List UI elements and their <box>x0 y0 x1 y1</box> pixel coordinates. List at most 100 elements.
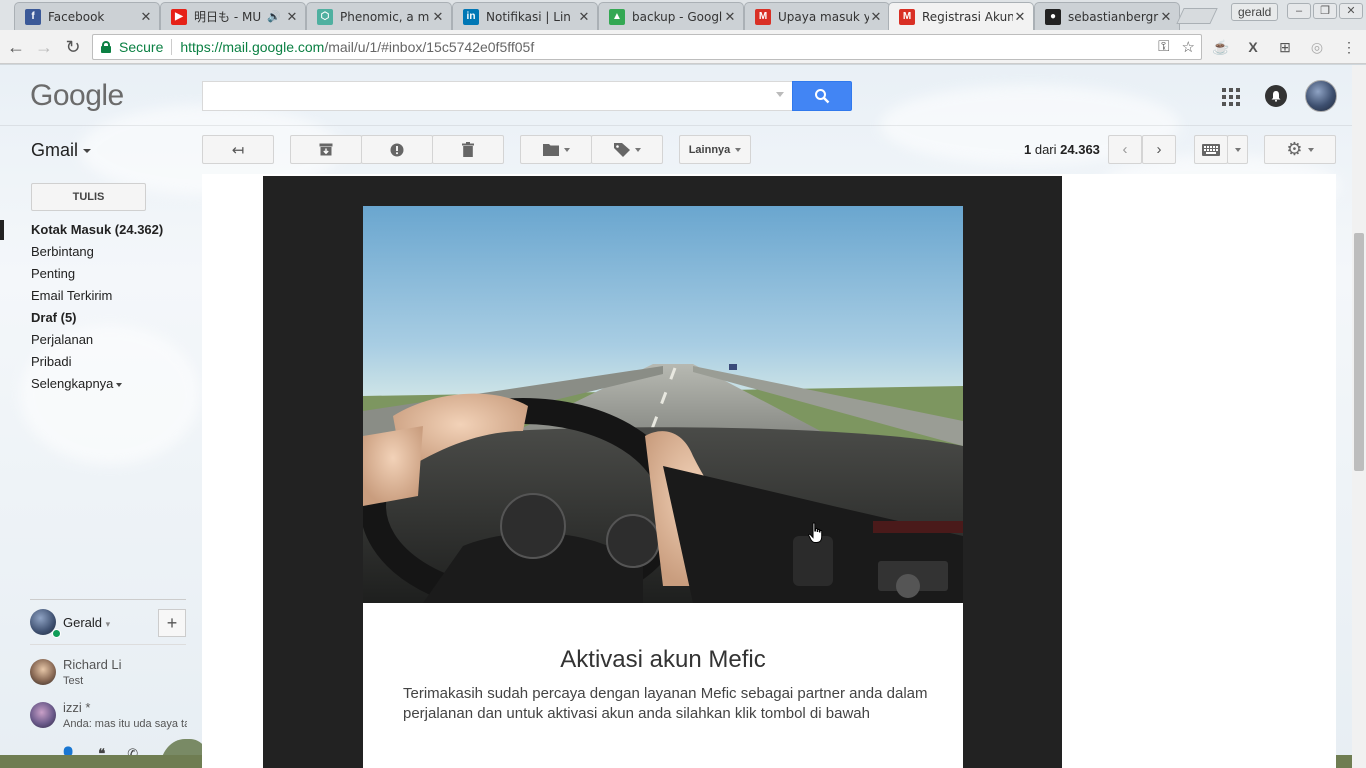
back-icon[interactable]: ← <box>6 37 26 57</box>
sidebar-item[interactable]: Draf (5) <box>31 308 77 328</box>
move-to-button[interactable] <box>520 135 592 164</box>
maximize-icon[interactable]: ❐ <box>1313 3 1337 19</box>
input-tools-button[interactable] <box>1194 135 1228 164</box>
label-tag-icon <box>613 142 630 157</box>
search-button[interactable] <box>792 81 852 111</box>
account-avatar[interactable] <box>1305 80 1337 112</box>
linkedin-icon: in <box>463 8 479 25</box>
search-options-caret-icon[interactable] <box>776 92 784 97</box>
hangouts-me-name: Gerald ▾ <box>63 615 111 630</box>
left-nav: TULIS Kotak Masuk (24.362) Berbintang Pent… <box>0 174 210 768</box>
tab-title: Upaya masuk y <box>778 9 869 24</box>
address-bar[interactable]: Secure https://mail.google.com /mail/u/1… <box>92 34 1202 60</box>
browser-tab[interactable]: ▶ 明日も - MU 🔊 ✕ <box>160 2 306 30</box>
sidebar-item[interactable]: Pribadi <box>31 352 71 372</box>
close-tab-icon[interactable]: ✕ <box>1159 9 1173 25</box>
tab-title: Registrasi Akun <box>922 9 1013 24</box>
close-tab-icon[interactable]: ✕ <box>723 9 737 25</box>
menu-icon[interactable]: ⋮ <box>1340 38 1358 56</box>
browser-tab[interactable]: ▲ backup - Googl ✕ <box>598 2 744 30</box>
contact-item[interactable]: izzi * Anda: mas itu uda saya ta <box>30 700 190 736</box>
close-tab-icon[interactable]: ✕ <box>139 9 153 25</box>
close-window-icon[interactable]: ✕ <box>1339 3 1363 19</box>
older-button[interactable]: › <box>1142 135 1176 164</box>
square-extension-icon[interactable]: ⊞ <box>1276 38 1294 56</box>
labels-button[interactable] <box>591 135 663 164</box>
key-icon[interactable]: ⚿ <box>1158 38 1169 56</box>
profile-chip[interactable]: gerald <box>1231 3 1279 21</box>
forward-icon[interactable]: → <box>34 37 54 57</box>
github-icon: ● <box>1045 8 1061 25</box>
scrollbar[interactable] <box>1352 65 1366 768</box>
delete-button[interactable] <box>432 135 504 164</box>
tab-title: backup - Googl <box>632 9 723 24</box>
back-to-inbox-button[interactable]: ↤ <box>202 135 274 164</box>
folder-icon <box>542 144 559 156</box>
browser-tab[interactable]: ● sebastianbergr ✕ <box>1034 2 1180 30</box>
x-extension-icon[interactable]: X <box>1244 38 1262 56</box>
new-conversation-button[interactable]: + <box>158 609 186 637</box>
browser-tab[interactable]: in Notifikasi | Lin ✕ <box>452 2 598 30</box>
close-tab-icon[interactable]: ✕ <box>431 9 445 25</box>
hangouts-me[interactable]: Gerald ▾ + <box>30 609 186 639</box>
nav-more[interactable]: Selengkapnya <box>31 374 123 394</box>
compose-button[interactable]: TULIS <box>31 183 146 211</box>
browser-tab[interactable]: f Facebook ✕ <box>14 2 160 30</box>
browser-toolbar: ← → ↻ Secure https://mail.google.com /ma… <box>0 30 1366 64</box>
trash-icon <box>462 142 474 157</box>
java-extension-icon[interactable]: ☕ <box>1212 38 1230 56</box>
tab-title: Facebook <box>48 9 105 24</box>
email-body: Terimakasih sudah percaya dengan layanan… <box>403 685 928 722</box>
chevron-right-icon: › <box>1156 141 1162 158</box>
gmail-menu[interactable]: Gmail <box>31 140 92 161</box>
message-counter: 1 dari 24.363 <box>1024 142 1100 157</box>
counter-total: 24.363 <box>1060 142 1100 157</box>
chevron-down-icon <box>1234 147 1241 152</box>
close-tab-icon[interactable]: ✕ <box>1013 9 1027 25</box>
apps-grid-icon[interactable] <box>1222 88 1240 106</box>
contact-status: Anda: mas itu uda saya ta <box>63 718 187 730</box>
driving-photo <box>363 364 963 603</box>
scrollbar-thumb[interactable] <box>1354 233 1364 471</box>
newer-button[interactable]: ‹ <box>1108 135 1142 164</box>
notifications-bell-icon[interactable] <box>1265 85 1287 107</box>
omnibox-divider <box>171 39 173 55</box>
contact-item[interactable]: Richard Li Test <box>30 657 190 693</box>
close-tab-icon[interactable]: ✕ <box>577 9 591 25</box>
hero-image <box>363 206 963 603</box>
more-button[interactable]: Lainnya <box>679 135 751 164</box>
bookmark-star-icon[interactable]: ☆ <box>1182 38 1195 56</box>
browser-tab[interactable]: M Registrasi Akun ✕ <box>888 2 1034 30</box>
input-tools-dropdown[interactable] <box>1227 135 1248 164</box>
sidebar-item[interactable]: Kotak Masuk (24.362) <box>31 220 163 240</box>
search-icon <box>815 89 830 104</box>
settings-button[interactable]: ⚙ <box>1264 135 1336 164</box>
close-tab-icon[interactable]: ✕ <box>869 9 883 25</box>
chevron-down-icon <box>116 382 123 387</box>
circle-extension-icon[interactable]: ◎ <box>1308 38 1326 56</box>
report-spam-button[interactable] <box>361 135 433 164</box>
spam-icon <box>390 143 404 156</box>
minimize-icon[interactable]: – <box>1287 3 1311 19</box>
search-input[interactable] <box>202 81 792 111</box>
browser-tab[interactable]: ⬡ Phenomic, a m ✕ <box>306 2 452 30</box>
gmail-icon: M <box>899 8 915 25</box>
chevron-down-icon <box>634 147 641 152</box>
new-tab-button[interactable] <box>1176 8 1218 24</box>
contact-status: Test <box>63 675 84 687</box>
audio-playing-icon[interactable]: 🔊 <box>267 10 281 23</box>
sidebar-item[interactable]: Email Terkirim <box>31 286 112 306</box>
google-logo[interactable]: Google <box>30 79 124 113</box>
counter-sep: dari <box>1031 142 1061 157</box>
more-label: Lainnya <box>688 143 731 156</box>
close-tab-icon[interactable]: ✕ <box>285 9 299 25</box>
archive-button[interactable] <box>290 135 362 164</box>
sidebar-item[interactable]: Berbintang <box>31 242 94 262</box>
sidebar-item[interactable]: Penting <box>31 264 75 284</box>
sidebar-item[interactable]: Perjalanan <box>31 330 93 350</box>
reload-icon[interactable]: ↻ <box>63 37 83 57</box>
secure-label: Secure <box>119 39 164 55</box>
gmail-label: Gmail <box>31 140 79 160</box>
browser-tab[interactable]: M Upaya masuk y ✕ <box>744 2 890 30</box>
email-title: Aktivasi akun Mefic <box>560 646 766 673</box>
